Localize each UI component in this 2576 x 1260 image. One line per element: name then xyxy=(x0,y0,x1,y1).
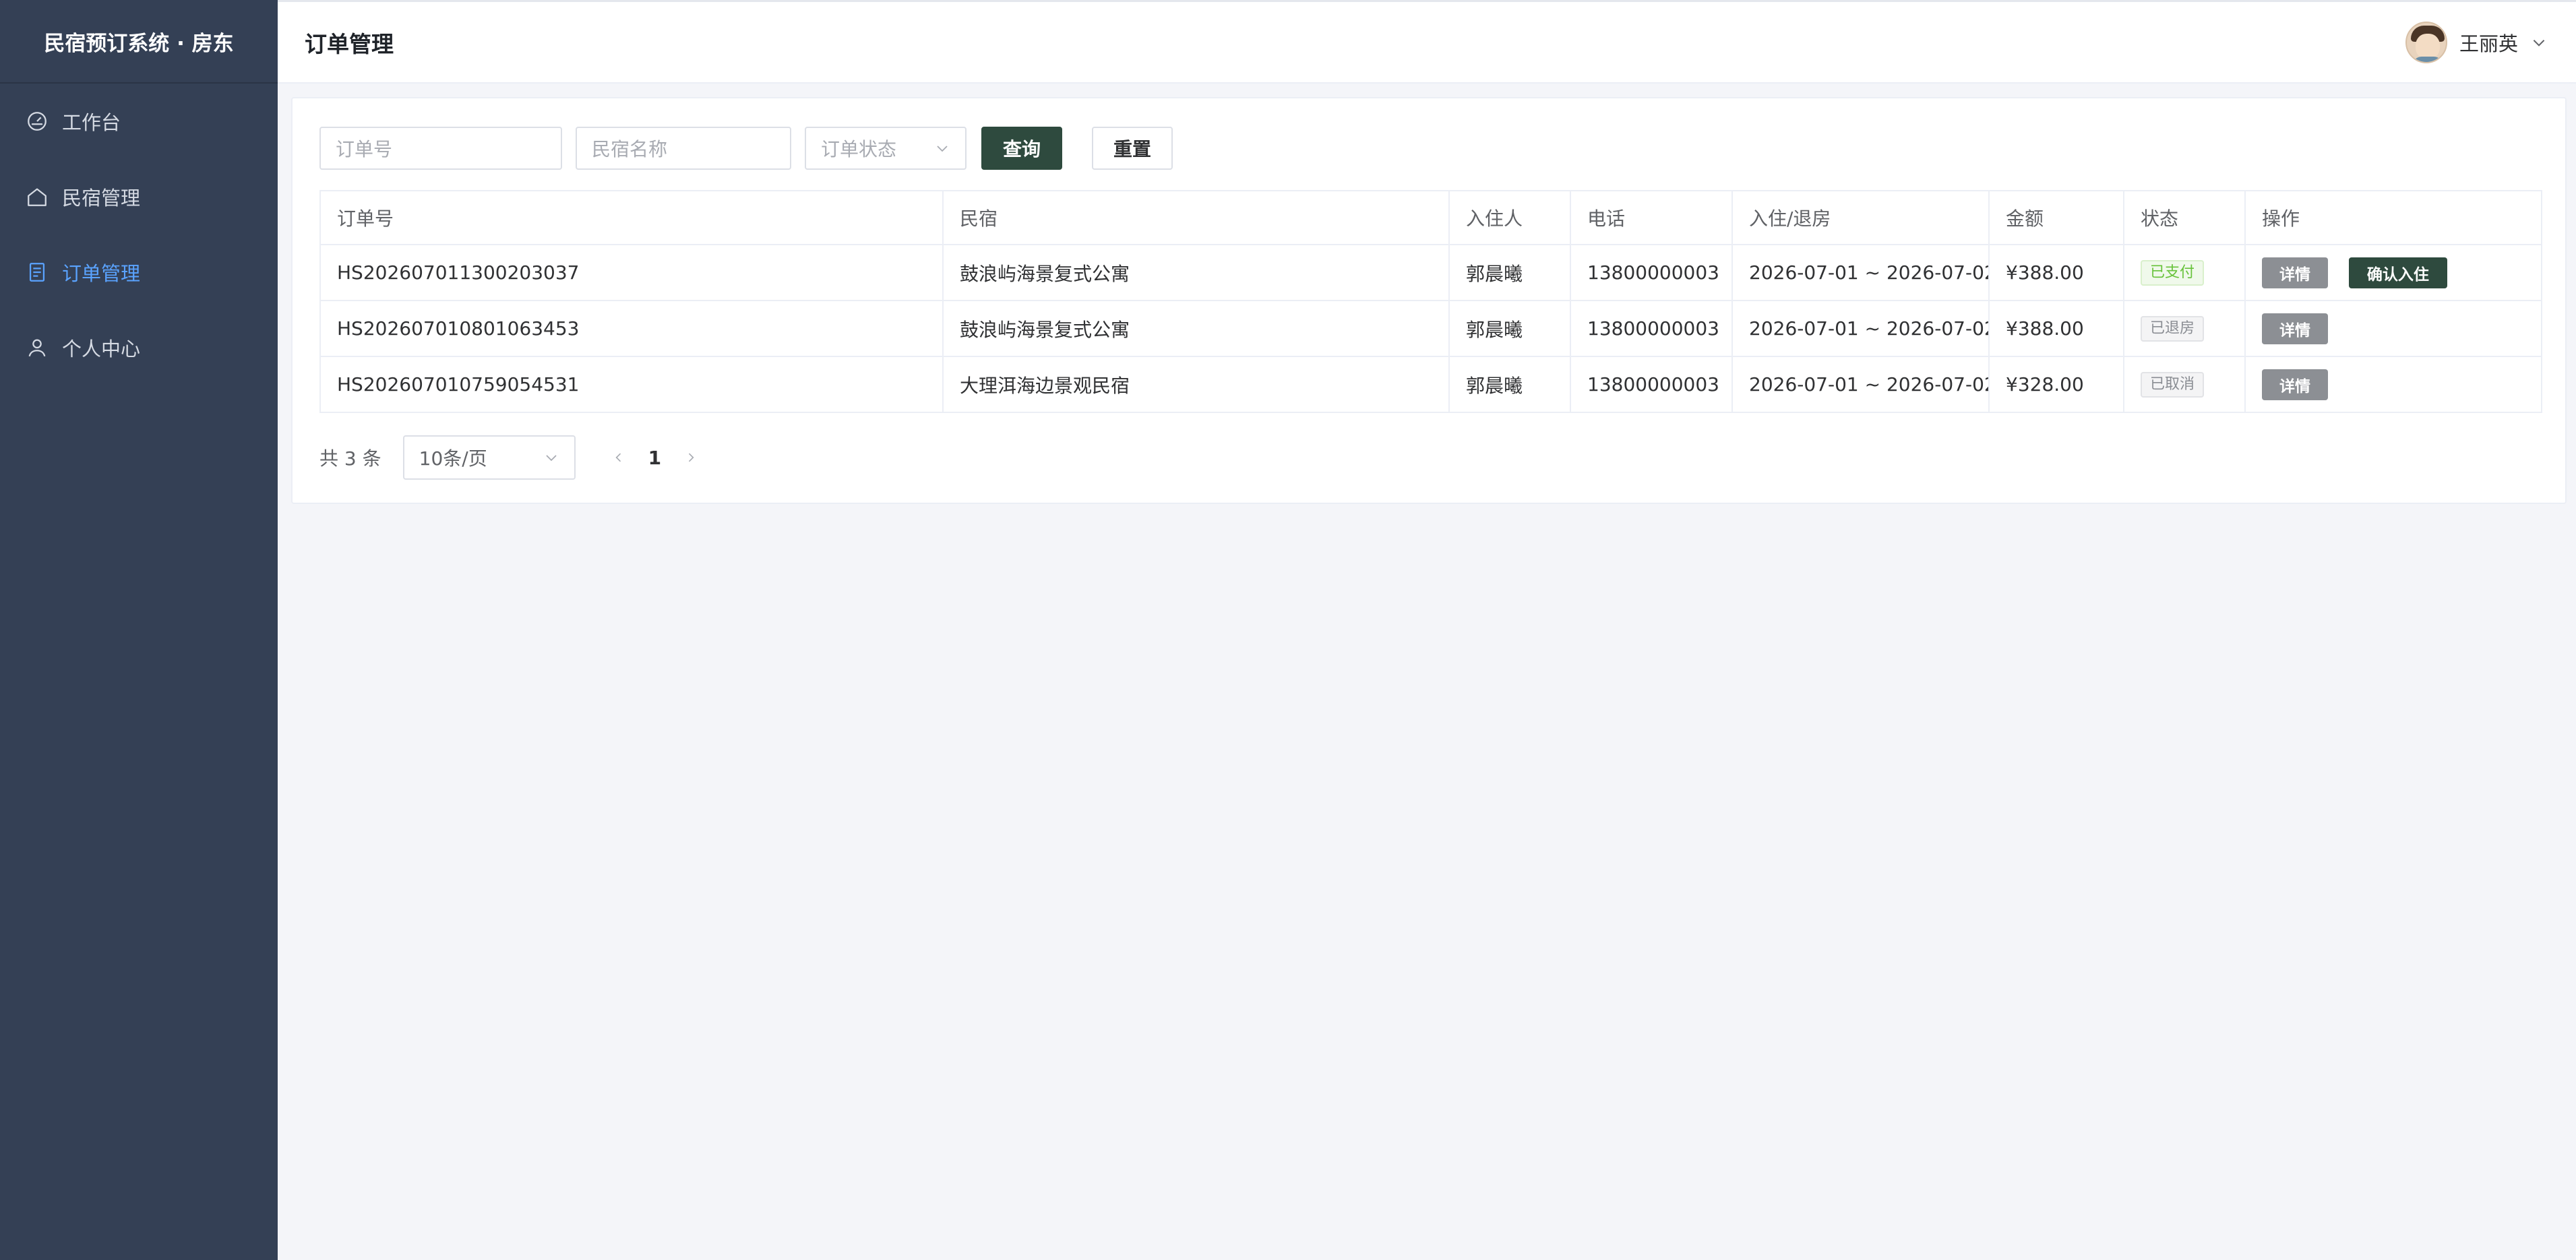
order-status-placeholder: 订单状态 xyxy=(821,138,897,160)
chevron-down-icon xyxy=(937,146,948,152)
detail-button[interactable]: 详情 xyxy=(2262,257,2328,288)
column-header: 入住人 xyxy=(1448,190,1571,245)
status-cell: 已退房 xyxy=(2123,300,2246,357)
user-name: 王丽英 xyxy=(2459,32,2518,55)
column-header: 入住/退房 xyxy=(1731,190,1990,245)
dates-cell: 2026-07-01 ~ 2026-07-02 xyxy=(1731,356,1990,413)
orders-table: 订单号 民宿 入住人 电话 入住/退房 金额 状态 操作 HS202607011… xyxy=(319,190,2542,413)
order-no-cell: HS202607010759054531 xyxy=(319,356,944,413)
actions-cell: 详情 确认入住 xyxy=(2244,244,2542,301)
page-number[interactable]: 1 xyxy=(648,447,661,469)
prev-page-button[interactable] xyxy=(604,443,634,472)
query-button[interactable]: 查询 xyxy=(981,127,1062,170)
user-menu[interactable]: 王丽英 xyxy=(2405,21,2548,63)
pagination: 共 3 条 10条/页 1 xyxy=(319,435,706,480)
chevron-left-icon xyxy=(615,453,621,462)
phone-cell: 13800000003 xyxy=(1570,244,1733,301)
table-header-row: 订单号 民宿 入住人 电话 入住/退房 金额 状态 操作 xyxy=(319,190,2542,245)
status-badge: 已支付 xyxy=(2141,259,2205,286)
order-status-select[interactable]: 订单状态 xyxy=(805,127,967,170)
page-title: 订单管理 xyxy=(305,30,394,57)
actions-cell: 详情 xyxy=(2244,300,2542,357)
dashboard-icon xyxy=(26,110,49,133)
sidebar-item-label: 个人中心 xyxy=(62,338,141,360)
document-icon xyxy=(26,261,49,284)
app-root: 民宿预订系统 · 房东 工作台 民宿管理 订单管理 个人中心 订单管理 王丽英 … xyxy=(0,0,2576,1260)
orders-card: 订单号 民宿名称 订单状态 查询 重置 订单号 民宿 入住人 电话 入住/退房 … xyxy=(291,97,2567,504)
reset-button[interactable]: 重置 xyxy=(1092,127,1173,170)
sidebar-item-dashboard[interactable]: 工作台 xyxy=(0,84,278,159)
amount-cell: ¥388.00 xyxy=(1988,244,2124,301)
page-size-value: 10条/页 xyxy=(419,447,487,470)
column-header: 电话 xyxy=(1570,190,1733,245)
column-header: 操作 xyxy=(2244,190,2542,245)
amount-cell: ¥328.00 xyxy=(1988,356,2124,413)
homestay-cell: 鼓浪屿海景复式公寓 xyxy=(942,244,1450,301)
order-no-cell: HS202607010801063453 xyxy=(319,300,944,357)
guest-cell: 郭晨曦 xyxy=(1448,356,1571,413)
order-no-cell: HS202607011300203037 xyxy=(319,244,944,301)
sidebar-item-profile[interactable]: 个人中心 xyxy=(0,310,278,385)
order-no-input[interactable]: 订单号 xyxy=(319,127,562,170)
dates-cell: 2026-07-01 ~ 2026-07-02 xyxy=(1731,300,1990,357)
status-cell: 已取消 xyxy=(2123,356,2246,413)
sidebar-item-label: 订单管理 xyxy=(62,262,141,285)
status-badge: 已退房 xyxy=(2141,315,2205,342)
order-no-placeholder: 订单号 xyxy=(336,138,393,160)
user-icon xyxy=(26,336,49,359)
status-badge: 已取消 xyxy=(2141,371,2205,398)
chevron-right-icon xyxy=(689,453,694,462)
guest-cell: 郭晨曦 xyxy=(1448,300,1571,357)
table-row: HS202607010759054531 大理洱海边景观民宿 郭晨曦 13800… xyxy=(319,356,2542,413)
page-size-select[interactable]: 10条/页 xyxy=(402,435,576,480)
sidebar-item-homestays[interactable]: 民宿管理 xyxy=(0,159,278,234)
status-cell: 已支付 xyxy=(2123,244,2246,301)
homestay-name-input[interactable]: 民宿名称 xyxy=(576,127,791,170)
avatar xyxy=(2405,21,2447,63)
table-row: HS202607010801063453 鼓浪屿海景复式公寓 郭晨曦 13800… xyxy=(319,300,2542,357)
home-icon xyxy=(26,185,49,208)
filter-bar: 订单号 民宿名称 订单状态 查询 重置 xyxy=(319,127,1173,170)
brand-title: 民宿预订系统 · 房东 xyxy=(0,0,278,84)
guest-cell: 郭晨曦 xyxy=(1448,244,1571,301)
sidebar: 民宿预订系统 · 房东 工作台 民宿管理 订单管理 个人中心 xyxy=(0,0,278,1260)
top-header: 订单管理 王丽英 xyxy=(278,0,2576,84)
column-header: 状态 xyxy=(2123,190,2246,245)
confirm-checkin-button[interactable]: 确认入住 xyxy=(2348,257,2447,288)
homestay-name-placeholder: 民宿名称 xyxy=(592,138,668,160)
homestay-cell: 鼓浪屿海景复式公寓 xyxy=(942,300,1450,357)
detail-button[interactable]: 详情 xyxy=(2262,313,2328,344)
column-header: 民宿 xyxy=(942,190,1450,245)
phone-cell: 13800000003 xyxy=(1570,300,1733,357)
chevron-down-icon xyxy=(545,455,557,462)
sidebar-item-label: 民宿管理 xyxy=(62,187,141,210)
sidebar-item-orders[interactable]: 订单管理 xyxy=(0,234,278,310)
detail-button[interactable]: 详情 xyxy=(2262,369,2328,400)
chevron-down-icon xyxy=(2530,34,2548,51)
column-header: 金额 xyxy=(1988,190,2124,245)
sidebar-item-label: 工作台 xyxy=(62,111,121,134)
amount-cell: ¥388.00 xyxy=(1988,300,2124,357)
table-row: HS202607011300203037 鼓浪屿海景复式公寓 郭晨曦 13800… xyxy=(319,244,2542,301)
sidebar-nav: 工作台 民宿管理 订单管理 个人中心 xyxy=(0,84,278,385)
next-page-button[interactable] xyxy=(676,443,706,472)
dates-cell: 2026-07-01 ~ 2026-07-02 xyxy=(1731,244,1990,301)
column-header: 订单号 xyxy=(319,190,944,245)
phone-cell: 13800000003 xyxy=(1570,356,1733,413)
actions-cell: 详情 xyxy=(2244,356,2542,413)
total-count: 共 3 条 xyxy=(319,447,381,470)
homestay-cell: 大理洱海边景观民宿 xyxy=(942,356,1450,413)
